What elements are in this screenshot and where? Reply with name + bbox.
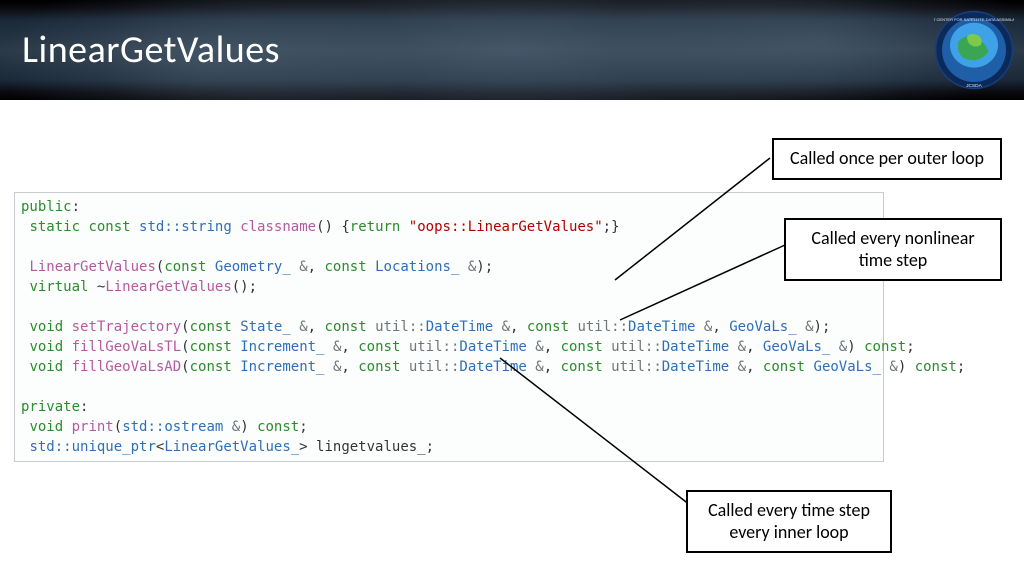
callout-outer-loop: Called once per outer loop xyxy=(772,138,1002,180)
callout-text: Called every nonlineartime step xyxy=(811,227,974,271)
callout-text: Called every time stepevery inner loop xyxy=(708,499,870,543)
code-line: LinearGetValues(const Geometry_ &, const… xyxy=(21,257,877,277)
code-block: public: static const std::string classna… xyxy=(14,192,884,462)
code-line: private: xyxy=(21,397,877,417)
code-line xyxy=(21,377,877,397)
callout-inner-loop: Called every time stepevery inner loop xyxy=(686,490,892,553)
code-line xyxy=(21,297,877,317)
code-line: virtual ~LinearGetValues(); xyxy=(21,277,877,297)
code-line: void fillGeoVaLsTL(const Increment_ &, c… xyxy=(21,337,877,357)
callout-nonlinear: Called every nonlineartime step xyxy=(784,218,1002,281)
code-line: std::unique_ptr<LinearGetValues_> linget… xyxy=(21,437,877,457)
code-line: public: xyxy=(21,197,877,217)
callout-text: Called once per outer loop xyxy=(790,147,984,169)
slide-header: LinearGetValues JOINT CENTER FOR SATELLI… xyxy=(0,0,1024,100)
code-line: void setTrajectory(const State_ &, const… xyxy=(21,317,877,337)
svg-text:JCSDA: JCSDA xyxy=(966,83,983,89)
svg-text:JOINT CENTER FOR SATELLITE DAT: JOINT CENTER FOR SATELLITE DATA ASSIMILA… xyxy=(934,17,1014,22)
jcsda-logo: JOINT CENTER FOR SATELLITE DATA ASSIMILA… xyxy=(934,10,1014,90)
slide-body: public: static const std::string classna… xyxy=(0,100,1024,576)
code-line: static const std::string classname() {re… xyxy=(21,217,877,237)
code-line: void print(std::ostream &) const; xyxy=(21,417,877,437)
code-line: void fillGeoVaLsAD(const Increment_ &, c… xyxy=(21,357,877,377)
slide-title: LinearGetValues xyxy=(0,27,280,73)
code-line xyxy=(21,237,877,257)
